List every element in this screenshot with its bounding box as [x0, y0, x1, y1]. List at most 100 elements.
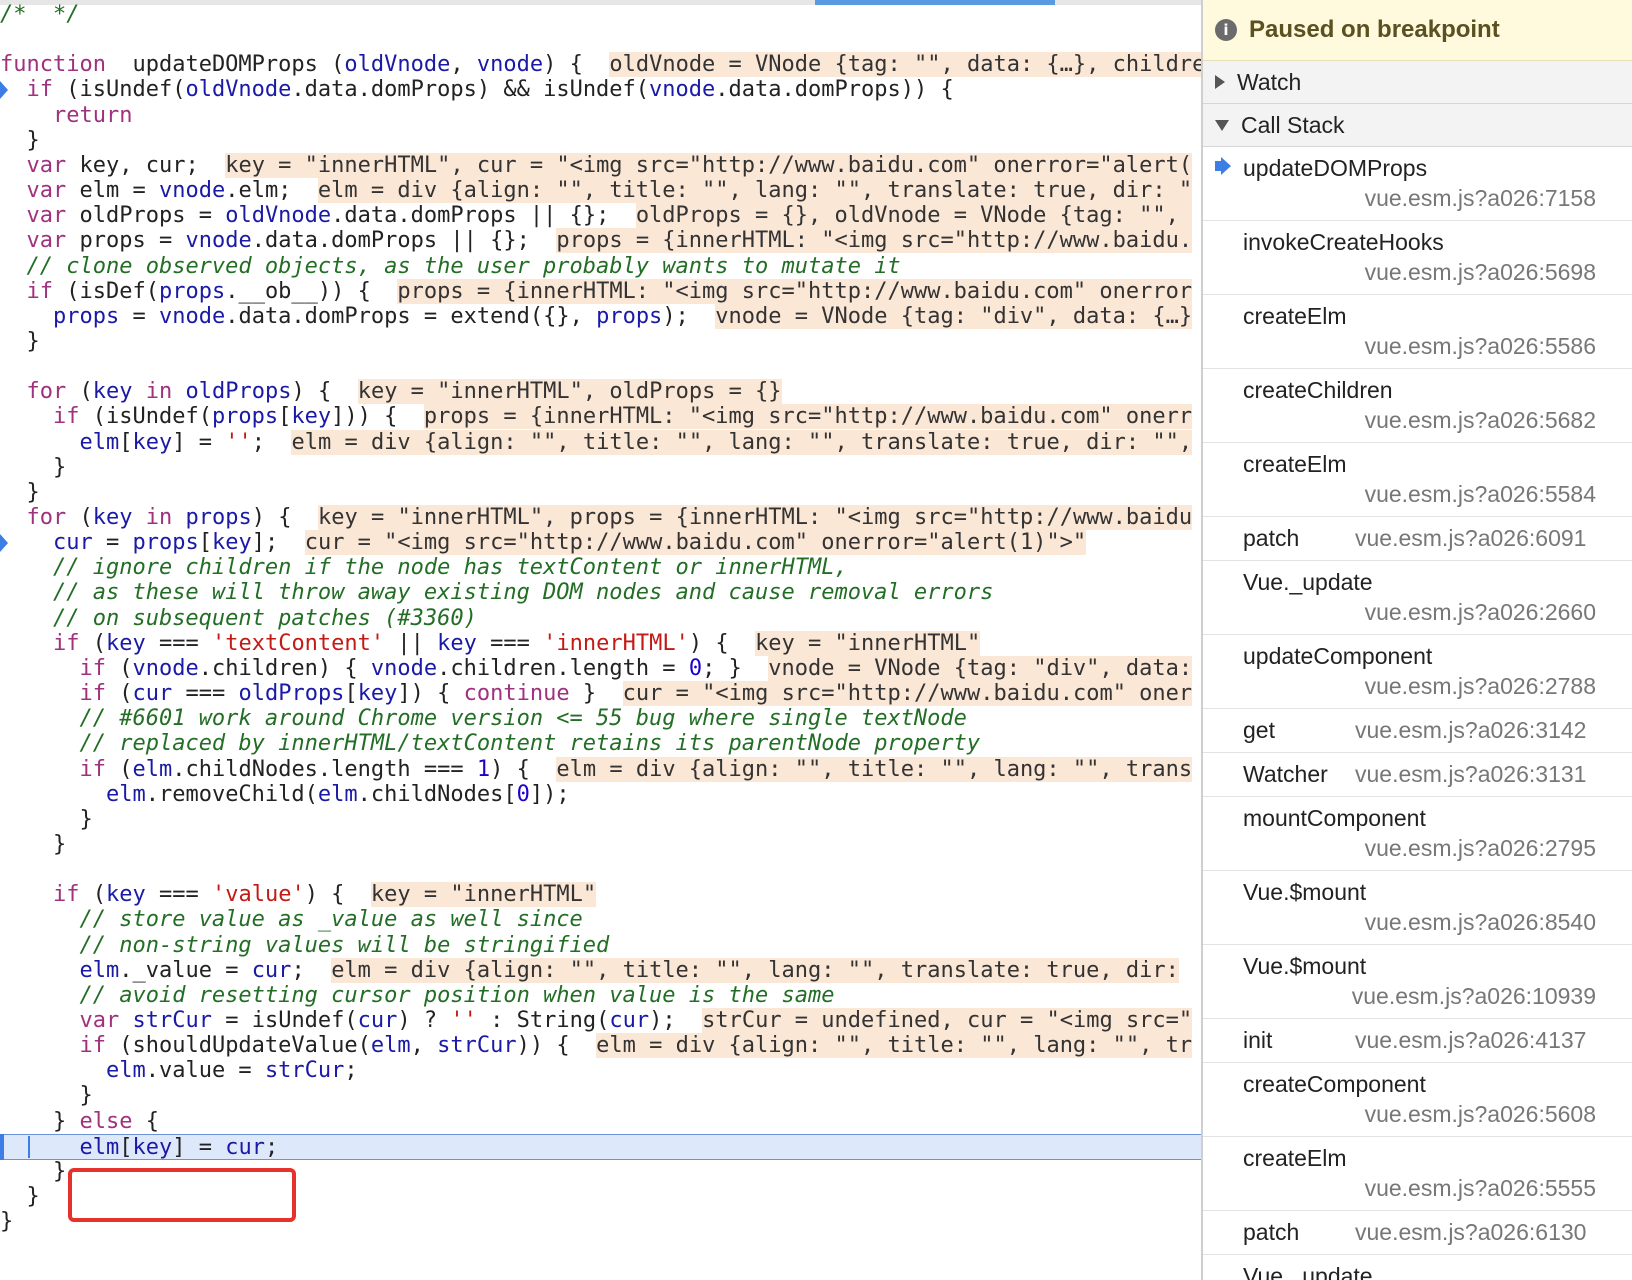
code-token: key — [132, 429, 173, 455]
code-token: .data.domProps || {}; — [331, 203, 636, 229]
code-token: elm — [105, 781, 146, 807]
call-stack-frame[interactable]: get vue.esm.js?a026:3142 — [1203, 709, 1632, 753]
code-token: .elm; — [225, 178, 318, 204]
code-token: === — [172, 681, 239, 707]
code-token: ( — [317, 52, 345, 78]
call-stack-frame[interactable]: Vue._update — [1203, 1255, 1632, 1280]
code-token: var — [79, 1008, 120, 1033]
call-stack-frame[interactable]: Vue.$mount vue.esm.js?a026:8540 — [1203, 871, 1632, 945]
code-token: ( — [79, 882, 106, 908]
frame-function-name: init — [1243, 1027, 1273, 1053]
code-token: // store value as _value as well since — [79, 907, 583, 933]
frame-function-name: Vue.$mount — [1243, 879, 1367, 905]
inline-value: props = {innerHTML: "<img src="http://ww… — [423, 404, 1193, 430]
call-stack-frame[interactable]: updateComponent vue.esm.js?a026:2788 — [1203, 635, 1632, 709]
code-token: props — [185, 505, 252, 530]
frame-location[interactable]: vue.esm.js?a026:4137 — [1355, 1027, 1586, 1054]
code-token: : String( — [476, 1008, 610, 1033]
frame-location[interactable]: vue.esm.js?a026:5555 — [1365, 1175, 1596, 1202]
code-token: ; } — [702, 655, 769, 681]
code-token: vnode — [158, 178, 226, 204]
frame-location[interactable]: vue.esm.js?a026:3131 — [1355, 761, 1586, 788]
call-stack-section-header[interactable]: Call Stack — [1203, 104, 1632, 147]
frame-function-name: get — [1243, 717, 1275, 743]
call-stack-frame[interactable]: Vue._update vue.esm.js?a026:2660 — [1203, 561, 1632, 635]
code-token: } — [0, 1209, 14, 1235]
code-token: in — [145, 505, 173, 530]
frame-function-name: updateComponent — [1243, 643, 1433, 669]
code-token: props — [158, 278, 226, 304]
frame-location[interactable]: vue.esm.js?a026:5584 — [1365, 481, 1596, 508]
frame-function-name: mountComponent — [1243, 805, 1426, 831]
inline-value: props = {innerHTML: "<img src="http://ww… — [556, 228, 1193, 254]
code-token: '' — [450, 1008, 477, 1033]
code-token: oldVnode — [185, 77, 292, 103]
frame-location[interactable]: vue.esm.js?a026:2788 — [1365, 673, 1596, 700]
code-token: [ — [198, 530, 212, 556]
frame-location[interactable]: vue.esm.js?a026:7158 — [1365, 185, 1596, 212]
call-stack-frame[interactable]: mountComponent vue.esm.js?a026:2795 — [1203, 797, 1632, 871]
code-line: var oldProps = oldVnode.data.domProps ||… — [0, 203, 1201, 229]
call-stack-frame[interactable]: createElm vue.esm.js?a026:5555 — [1203, 1137, 1632, 1211]
frame-function-name: Watcher — [1243, 761, 1328, 787]
code-token: [ — [119, 429, 133, 455]
code-token: var — [26, 228, 67, 254]
code-token: 'innerHTML' — [543, 630, 689, 656]
code-token: // as these will throw away existing DOM… — [52, 580, 994, 606]
code-line: } — [0, 832, 1201, 858]
call-stack-frame[interactable]: patch vue.esm.js?a026:6091 — [1203, 517, 1632, 561]
code-line: if (isUndef(oldVnode.data.domProps) && i… — [0, 77, 1201, 103]
call-stack-frame[interactable]: Watcher vue.esm.js?a026:3131 — [1203, 753, 1632, 797]
call-stack-frame[interactable]: createElm vue.esm.js?a026:5586 — [1203, 295, 1632, 369]
frame-location[interactable]: vue.esm.js?a026:6091 — [1355, 525, 1586, 552]
code-token: oldVnode — [344, 52, 451, 78]
code-token: props = — [66, 228, 186, 254]
frame-location[interactable]: vue.esm.js?a026:5586 — [1365, 333, 1596, 360]
code-token: cur — [225, 1134, 265, 1160]
frame-location[interactable]: vue.esm.js?a026:8540 — [1365, 909, 1596, 936]
code-token: cur — [52, 530, 93, 556]
frame-location[interactable]: vue.esm.js?a026:2795 — [1365, 835, 1596, 862]
code-token: ]) { — [397, 681, 464, 707]
code-token: var — [26, 152, 67, 178]
code-editor[interactable]: /* */ function updateDOMProps (oldVnode, … — [0, 0, 1201, 1280]
call-stack-frame[interactable]: patch vue.esm.js?a026:6130 — [1203, 1211, 1632, 1255]
code-token: // clone observed objects, as the user p… — [26, 253, 901, 279]
call-stack-frame[interactable]: createChildren vue.esm.js?a026:5682 — [1203, 369, 1632, 443]
code-token: , — [410, 1033, 438, 1059]
call-stack-frame[interactable]: invokeCreateHooks vue.esm.js?a026:5698 — [1203, 221, 1632, 295]
call-stack-frame[interactable]: Vue.$mount vue.esm.js?a026:10939 — [1203, 945, 1632, 1019]
code-token: key — [105, 882, 146, 908]
code-token: cur — [357, 1008, 398, 1033]
frame-location[interactable]: vue.esm.js?a026:5682 — [1365, 407, 1596, 434]
breakpoint-marker-icon[interactable] — [0, 77, 10, 103]
code-token: .removeChild( — [145, 781, 318, 807]
code-token: ; — [264, 1134, 279, 1160]
code-token: .childNodes.length === — [172, 756, 477, 782]
frame-location[interactable]: vue.esm.js?a026:6130 — [1355, 1219, 1586, 1246]
call-stack-frame[interactable]: createElm vue.esm.js?a026:5584 — [1203, 443, 1632, 517]
code-token: } — [0, 1108, 80, 1134]
code-line: } — [0, 1083, 1201, 1109]
frame-location[interactable]: vue.esm.js?a026:3142 — [1355, 717, 1586, 744]
frame-location[interactable]: vue.esm.js?a026:5698 — [1365, 259, 1596, 286]
call-stack-label: Call Stack — [1241, 111, 1345, 138]
call-stack-frame[interactable]: createComponent vue.esm.js?a026:5608 — [1203, 1063, 1632, 1137]
watch-section-header[interactable]: Watch — [1203, 61, 1632, 104]
call-stack-frame[interactable]: init vue.esm.js?a026:4137 — [1203, 1019, 1632, 1063]
code-line: if (isDef(props.__ob__)) { props = {inne… — [0, 278, 1201, 305]
code-token: 'textContent' — [211, 630, 385, 656]
code-token: for — [26, 379, 67, 405]
call-stack-frame[interactable]: updateDOMProps vue.esm.js?a026:7158 — [1203, 147, 1632, 221]
code-line: } — [0, 128, 1201, 154]
frame-location[interactable]: vue.esm.js?a026:5608 — [1365, 1101, 1596, 1128]
breakpoint-marker-icon[interactable] — [0, 530, 10, 556]
code-token: ) { — [291, 379, 358, 405]
frame-location[interactable]: vue.esm.js?a026:10939 — [1352, 983, 1596, 1010]
inline-value: key = "innerHTML" — [370, 882, 597, 908]
frame-location[interactable]: vue.esm.js?a026:2660 — [1365, 599, 1596, 626]
